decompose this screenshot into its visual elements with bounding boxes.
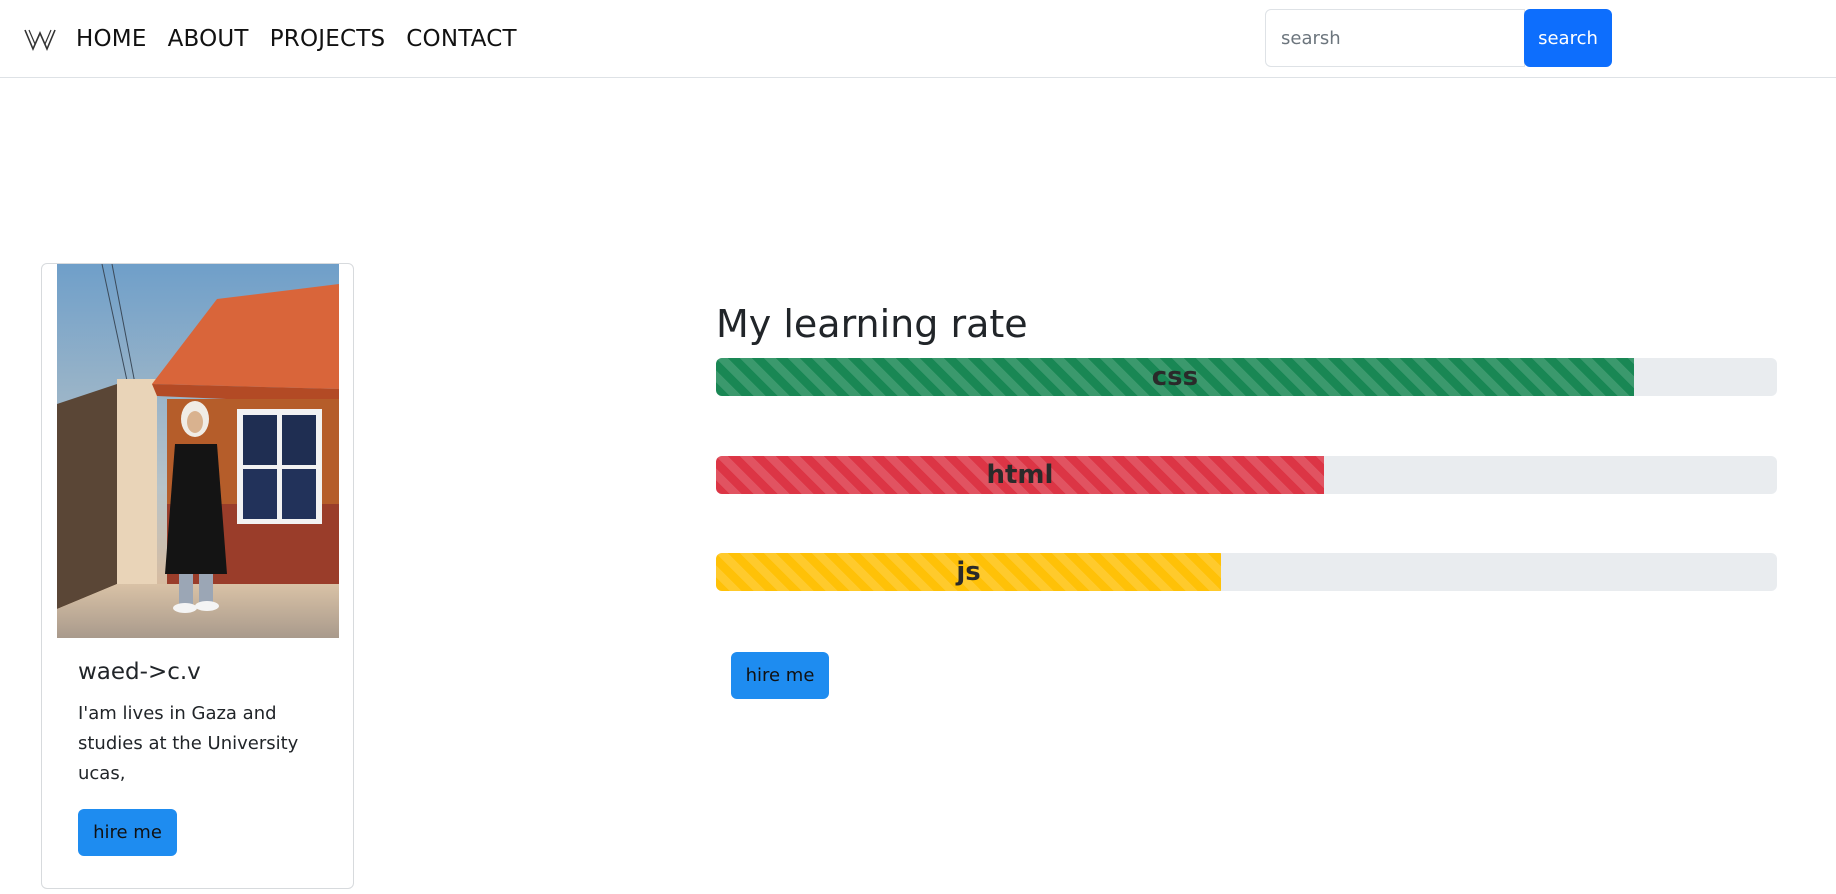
search-input[interactable] <box>1265 9 1525 67</box>
progress-js: js <box>716 553 1777 591</box>
nav-link-contact[interactable]: CONTACT <box>406 22 516 56</box>
progress-bar-html: html <box>716 456 1324 494</box>
progress-label-css: css <box>1151 362 1199 392</box>
progress-bar-js: js <box>716 553 1222 591</box>
search-button[interactable]: search <box>1524 9 1612 67</box>
progress-label-html: html <box>986 460 1054 490</box>
nav-links: HOME ABOUT PROJECTS CONTACT <box>76 22 517 56</box>
nav-link-about[interactable]: ABOUT <box>168 22 249 56</box>
progress-html: html <box>716 456 1777 494</box>
w-logo-icon[interactable] <box>24 26 56 52</box>
progress-label-js: js <box>956 557 981 587</box>
nav-link-projects[interactable]: PROJECTS <box>270 22 386 56</box>
progress-bar-css: css <box>716 358 1634 396</box>
profile-card: waed->c.v I'am lives in Gaza and studies… <box>41 263 354 889</box>
learning-rate-title: My learning rate <box>716 302 1028 346</box>
card-text: I'am lives in Gaza and studies at the Un… <box>78 703 299 784</box>
hire-me-button[interactable]: hire me <box>731 652 829 699</box>
nav-link-home[interactable]: HOME <box>76 22 147 56</box>
navbar: HOME ABOUT PROJECTS CONTACT search <box>0 0 1836 78</box>
card-title: waed->c.v <box>78 659 201 685</box>
progress-css: css <box>716 358 1777 396</box>
profile-photo <box>57 264 339 638</box>
card-hire-me-button[interactable]: hire me <box>78 809 177 856</box>
